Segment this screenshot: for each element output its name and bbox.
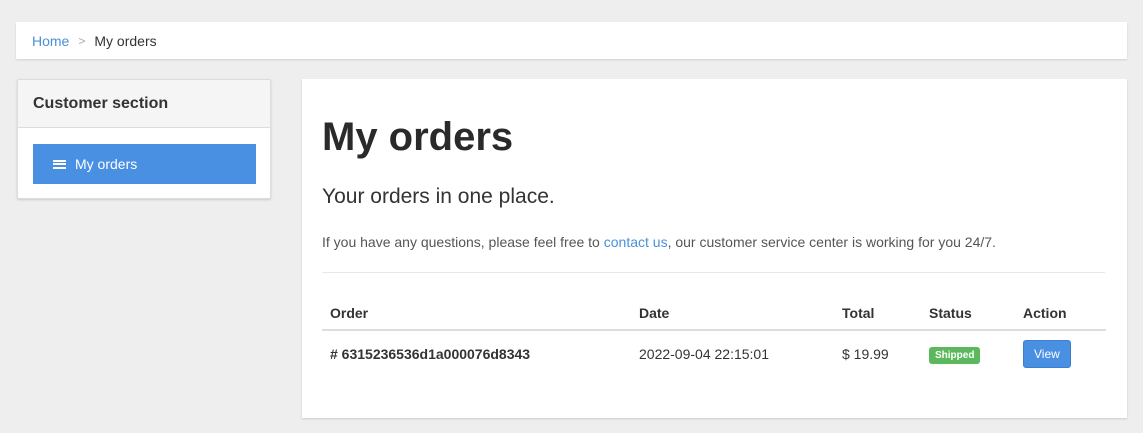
sidebar-title: Customer section [18, 80, 270, 128]
order-date: 2022-09-04 22:15:01 [639, 346, 769, 362]
page-title: My orders [322, 115, 514, 159]
view-order-button[interactable]: View [1023, 340, 1071, 368]
customer-sidebar: Customer section My orders [17, 79, 271, 199]
table-header-row: Order Date Total Status Action [322, 297, 1106, 331]
main-content: My orders Your orders in one place. If y… [302, 79, 1127, 418]
orders-table: Order Date Total Status Action # 6315236… [322, 297, 1106, 377]
list-icon [53, 159, 66, 169]
order-action-cell: View [1015, 330, 1106, 377]
help-text: If you have any questions, please feel f… [322, 234, 996, 250]
order-id: # 6315236536d1a000076d8343 [330, 346, 531, 362]
divider [322, 272, 1105, 273]
order-status-cell: Shipped [921, 330, 1015, 377]
breadcrumb-current: My orders [94, 32, 157, 49]
column-header-action: Action [1015, 297, 1106, 331]
breadcrumb-separator: > [78, 33, 86, 48]
breadcrumb: Home > My orders [16, 22, 1127, 59]
column-header-status: Status [921, 297, 1015, 331]
status-badge: Shipped [929, 346, 981, 364]
contact-us-link[interactable]: contact us [604, 234, 668, 250]
help-text-prefix: If you have any questions, please feel f… [322, 234, 604, 250]
sidebar-item-my-orders[interactable]: My orders [33, 144, 256, 184]
breadcrumb-home-link[interactable]: Home [32, 33, 69, 49]
sidebar-item-label: My orders [75, 156, 138, 172]
order-total: $ 19.99 [842, 346, 889, 362]
column-header-total: Total [834, 297, 921, 331]
column-header-date: Date [631, 297, 834, 331]
column-header-order: Order [322, 297, 631, 331]
help-text-suffix: , our customer service center is working… [667, 234, 996, 250]
table-row: # 6315236536d1a000076d8343 2022-09-04 22… [322, 330, 1106, 377]
page-lead: Your orders in one place. [322, 185, 555, 208]
